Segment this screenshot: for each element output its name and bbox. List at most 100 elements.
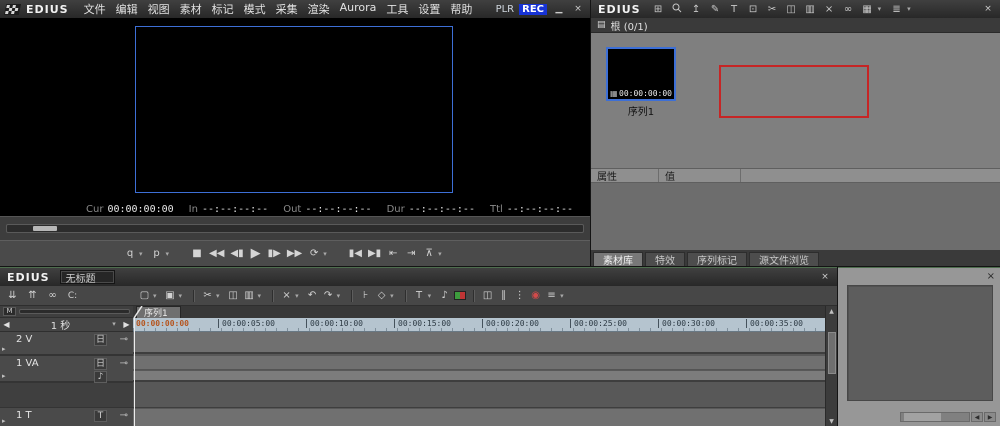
mixer-button[interactable]: ∥ [497, 290, 510, 301]
tab-source-browser[interactable]: 源文件浏览 [749, 252, 819, 266]
save-project-button[interactable]: ▣ [164, 290, 177, 301]
track-header-1t[interactable]: 1 T T ⊸ ▸ [0, 408, 133, 426]
vertical-scroll-thumb[interactable] [828, 332, 836, 374]
track-header-1va[interactable]: 1 VA 日 ♪ ⊸ ▸ [0, 356, 133, 384]
play-button[interactable]: ▶ [248, 246, 264, 261]
export-dropdown-icon[interactable]: ▾ [438, 250, 442, 258]
ripple-mode-button[interactable]: C: [66, 291, 79, 301]
value-column-header[interactable]: 值 [659, 169, 741, 182]
bin-delete-button[interactable]: × [822, 4, 837, 15]
add-transition-dropdown-icon[interactable]: ▾ [390, 292, 394, 300]
set-out-button[interactable]: p [149, 248, 165, 259]
overwrite-mode-button[interactable]: ⇈ [26, 290, 39, 301]
position-slider-thumb[interactable] [33, 226, 57, 231]
zoom-level-label[interactable]: 1 秒 [13, 317, 108, 332]
title-enable-icon[interactable]: T [94, 410, 107, 422]
zoom-in-button[interactable]: ▶ [120, 320, 133, 329]
player-close-button[interactable]: × [571, 4, 585, 14]
redo-dropdown-icon[interactable]: ▾ [337, 292, 341, 300]
bin-link-button[interactable]: ∞ [841, 4, 856, 15]
plr-mode-toggle[interactable]: PLR [496, 4, 515, 15]
timeline-menu-button[interactable]: ≡ [545, 290, 558, 301]
palette-scroll-track[interactable] [900, 412, 970, 422]
new-sequence-dropdown-icon[interactable]: ▾ [153, 292, 157, 300]
menu-item-aurora[interactable]: Aurora [335, 1, 382, 17]
track-lane-1va-video[interactable] [133, 356, 825, 370]
patch-icon[interactable]: ⊸ [120, 358, 128, 369]
tl-cut-dropdown-icon[interactable]: ▾ [216, 292, 220, 300]
menu-item-render[interactable]: 渲染 [303, 1, 335, 17]
menu-item-edit[interactable]: 编辑 [111, 1, 143, 17]
palette-scroll-thumb[interactable] [904, 413, 941, 421]
scroll-up-icon[interactable]: ▲ [829, 306, 834, 316]
set-in-dropdown-icon[interactable]: ▾ [139, 250, 143, 258]
timeline-close-button[interactable]: × [818, 272, 832, 282]
menu-item-mode[interactable]: 模式 [239, 1, 271, 17]
master-track-button[interactable]: M [3, 307, 16, 316]
track-expand-icon[interactable]: ▸ [2, 345, 6, 353]
zoom-dropdown-icon[interactable]: ▾ [108, 320, 120, 328]
palette-close-button[interactable]: × [987, 271, 995, 282]
palette-scroll-left-icon[interactable]: ◀ [971, 412, 983, 422]
menu-item-settings[interactable]: 设置 [413, 1, 445, 17]
tl-delete-dropdown-icon[interactable]: ▾ [295, 292, 299, 300]
goto-in-button[interactable]: ⇤ [385, 248, 401, 259]
trim-mode-button[interactable]: ⊦ [359, 290, 372, 301]
fast-forward-button[interactable]: ▶▶ [285, 248, 304, 259]
bin-copy-button[interactable]: ◫ [784, 4, 799, 15]
set-out-dropdown-icon[interactable]: ▾ [166, 250, 170, 258]
bin-content-area[interactable]: ▦ 00:00:00:00 序列1 [591, 33, 1000, 168]
tab-asset-library[interactable]: 素材库 [593, 252, 643, 266]
next-frame-button[interactable]: ▮▶ [266, 248, 283, 259]
rec-mode-toggle[interactable]: REC [519, 4, 547, 15]
scroll-down-icon[interactable]: ▼ [829, 416, 834, 426]
export-button[interactable]: ⊼ [421, 248, 437, 259]
zoom-out-button[interactable]: ◀ [0, 320, 13, 329]
timeline-menu-dropdown-icon[interactable]: ▾ [560, 292, 564, 300]
list-view-button[interactable]: ≣ [889, 4, 904, 15]
rewind-button[interactable]: ◀◀ [207, 248, 226, 259]
video-enable-icon[interactable]: 日 [94, 334, 107, 346]
tl-cut-button[interactable]: ✂ [201, 290, 214, 301]
tl-delete-button[interactable]: × [280, 290, 293, 301]
next-edit-point-button[interactable]: ▶▮ [366, 248, 383, 259]
current-folder-label[interactable]: 根 (0/1) [611, 18, 648, 33]
undo-button[interactable]: ↶ [306, 290, 319, 301]
tab-effects[interactable]: 特效 [645, 252, 685, 266]
track-expand-icon[interactable]: ▸ [2, 417, 6, 425]
track-lane-1va-audio[interactable] [133, 371, 825, 382]
tl-title-button[interactable]: T [413, 290, 426, 301]
track-header-2v[interactable]: 2 V 日 ⊸ ▸ [0, 332, 133, 356]
save-project-dropdown-icon[interactable]: ▾ [179, 292, 183, 300]
add-transition-button[interactable]: ◇ [375, 290, 388, 301]
patch-icon[interactable]: ⊸ [120, 410, 128, 421]
voiceover-button[interactable]: ♪ [438, 290, 451, 301]
prev-edit-point-button[interactable]: ▮◀ [347, 248, 364, 259]
audio-enable-icon[interactable]: ♪ [94, 371, 107, 383]
title-tool-button[interactable]: T [727, 4, 742, 15]
tab-sequence-marker[interactable]: 序列标记 [687, 252, 747, 266]
tl-paste-dropdown-icon[interactable]: ▾ [258, 292, 262, 300]
menu-item-capture[interactable]: 采集 [271, 1, 303, 17]
menu-item-file[interactable]: 文件 [79, 1, 111, 17]
track-lane-1t[interactable] [133, 409, 825, 426]
menu-item-view[interactable]: 视图 [143, 1, 175, 17]
up-folder-button[interactable]: ↥ [689, 4, 704, 15]
bin-close-button[interactable]: × [981, 4, 995, 14]
tl-paste-button[interactable]: ▥ [243, 290, 256, 301]
set-in-button[interactable]: q [122, 248, 138, 259]
patch-icon[interactable]: ⊸ [120, 334, 128, 345]
menu-item-help[interactable]: 帮助 [445, 1, 477, 17]
list-view-dropdown-icon[interactable]: ▾ [907, 5, 911, 13]
sync-mode-button[interactable]: ∞ [46, 290, 59, 301]
insert-mode-button[interactable]: ⇊ [6, 290, 19, 301]
property-column-header[interactable]: 属性 [591, 169, 659, 182]
tl-title-dropdown-icon[interactable]: ▾ [428, 292, 432, 300]
stop-button[interactable]: ■ [189, 248, 205, 259]
new-sequence-button[interactable]: ▢ [138, 290, 151, 301]
redo-button[interactable]: ↷ [322, 290, 335, 301]
tl-copy-button[interactable]: ◫ [227, 290, 240, 301]
playhead-handle[interactable] [133, 306, 143, 318]
clip-item-sequence1[interactable]: ▦ 00:00:00:00 序列1 [603, 47, 679, 118]
bin-cut-button[interactable]: ✂ [765, 4, 780, 15]
